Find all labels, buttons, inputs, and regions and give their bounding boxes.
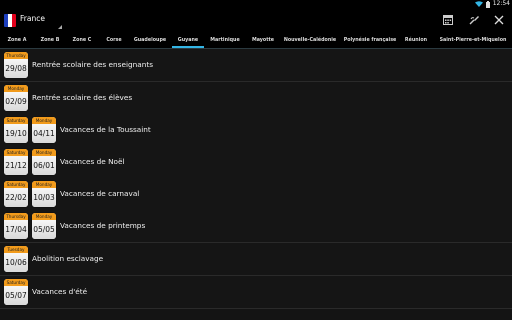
calendar-grid-icon — [443, 15, 453, 25]
date-badge-start: Saturday 21/12 — [4, 149, 28, 175]
date-label: 06/01 — [32, 156, 56, 175]
date-badge-end: Monday 06/01 — [32, 149, 56, 175]
tab-mayotte[interactable]: Mayotte — [246, 34, 280, 48]
date-badge-end: Monday 10/03 — [32, 181, 56, 207]
weekday-label: Monday — [32, 181, 56, 188]
event-title: Vacances d'été — [32, 287, 88, 296]
list-item[interactable]: Saturday 22/02 Monday 10/03 Vacances de … — [0, 178, 512, 211]
country-spinner[interactable]: France — [20, 13, 62, 29]
weekday-label: Saturday — [4, 279, 28, 286]
tab-guyane[interactable]: Guyane — [172, 34, 204, 48]
date-badge-start: Saturday 19/10 — [4, 117, 28, 143]
clock: 12:54 — [492, 0, 510, 7]
list-item[interactable]: Tuesday 10/06 Abolition esclavage — [0, 243, 512, 276]
event-list: Thursday 29/08 Rentrée scolaire des ense… — [0, 49, 512, 320]
list-item[interactable]: Saturday 19/10 Monday 04/11 Vacances de … — [0, 114, 512, 147]
close-icon — [494, 15, 504, 25]
battery-icon — [485, 0, 490, 8]
tab-reunion[interactable]: Réunion — [400, 34, 432, 48]
wifi-icon — [474, 1, 483, 7]
status-bar: 12:54 — [0, 0, 512, 8]
weekday-label: Monday — [4, 85, 28, 92]
date-badge-start: Tuesday 10/06 — [4, 246, 28, 272]
list-item[interactable]: Thursday 29/08 Rentrée scolaire des ense… — [0, 49, 512, 82]
status-indicators: 12:54 — [474, 0, 510, 8]
weekday-label: Saturday — [4, 181, 28, 188]
tab-zone-b[interactable]: Zone B — [34, 34, 66, 48]
action-bar: France — [0, 8, 512, 34]
date-label: 02/09 — [4, 92, 28, 111]
weekday-label: Monday — [32, 149, 56, 156]
date-label: 05/05 — [32, 220, 56, 239]
event-title: Rentrée scolaire des élèves — [32, 93, 133, 102]
tab-nouvelle-caledonie[interactable]: Nouvelle-Calédonie — [282, 34, 338, 48]
date-badge-start: Thursday 17/04 — [4, 213, 28, 239]
date-label: 17/04 — [4, 220, 28, 239]
date-badge-end: Monday 04/11 — [32, 117, 56, 143]
date-label: 04/11 — [32, 124, 56, 143]
date-label: 29/08 — [4, 59, 28, 78]
france-flag-icon[interactable] — [4, 14, 16, 27]
tab-zone-c[interactable]: Zone C — [66, 34, 98, 48]
event-title: Vacances de Noël — [60, 157, 125, 166]
event-title: Vacances de la Toussaint — [60, 125, 151, 134]
weekday-label: Saturday — [4, 117, 28, 124]
app-title: France — [20, 14, 45, 23]
tab-martinique[interactable]: Martinique — [206, 34, 244, 48]
date-label: 22/02 — [4, 188, 28, 207]
date-badge-start: Saturday 05/07 — [4, 279, 28, 305]
event-title: Vacances de carnaval — [60, 189, 140, 198]
event-title: Vacances de printemps — [60, 221, 146, 230]
tools-button[interactable] — [467, 13, 481, 27]
spinner-indicator-icon — [58, 25, 62, 29]
event-title: Rentrée scolaire des enseignants — [32, 60, 153, 69]
weekday-label: Thursday — [4, 52, 28, 59]
close-button[interactable] — [492, 13, 506, 27]
date-badge-end: Monday 05/05 — [32, 213, 56, 239]
date-badge-start: Thursday 29/08 — [4, 52, 28, 78]
weekday-label: Thursday — [4, 213, 28, 220]
weekday-label: Monday — [32, 117, 56, 124]
tab-zone-a[interactable]: Zone A — [0, 34, 34, 48]
list-item[interactable]: Saturday 21/12 Monday 06/01 Vacances de … — [0, 146, 512, 179]
date-label: 19/10 — [4, 124, 28, 143]
tab-corse[interactable]: Corse — [98, 34, 130, 48]
date-label: 10/06 — [4, 253, 28, 272]
region-tabs: Zone A Zone B Zone C Corse Guadeloupe Gu… — [0, 34, 512, 49]
weekday-label: Saturday — [4, 149, 28, 156]
event-title: Abolition esclavage — [32, 254, 104, 263]
date-badge-start: Saturday 22/02 — [4, 181, 28, 207]
date-label: 21/12 — [4, 156, 28, 175]
calendar-button[interactable] — [441, 13, 455, 27]
list-item[interactable]: Monday 02/09 Rentrée scolaire des élèves — [0, 82, 512, 115]
weekday-label: Monday — [32, 213, 56, 220]
date-badge-start: Monday 02/09 — [4, 85, 28, 111]
tab-polynesie-francaise[interactable]: Polynésie française — [340, 34, 400, 48]
tab-saint-pierre-et-miquelon[interactable]: Saint-Pierre-et-Miquelon — [434, 34, 512, 48]
list-item[interactable]: Saturday 05/07 Vacances d'été — [0, 276, 512, 309]
brush-tools-icon — [469, 15, 480, 25]
weekday-label: Tuesday — [4, 246, 28, 253]
date-label: 05/07 — [4, 286, 28, 305]
date-label: 10/03 — [32, 188, 56, 207]
tab-guadeloupe[interactable]: Guadeloupe — [130, 34, 170, 48]
flag-stripe-red — [12, 14, 16, 27]
list-item[interactable]: Thursday 17/04 Monday 05/05 Vacances de … — [0, 210, 512, 243]
